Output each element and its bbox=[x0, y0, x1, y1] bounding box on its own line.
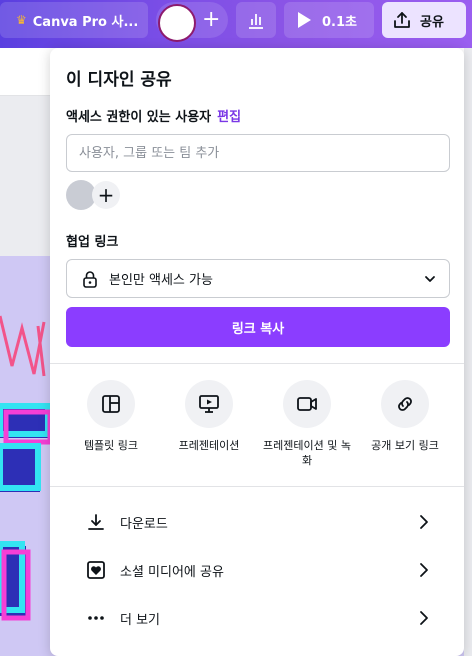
social-share-row[interactable]: 소셜 미디어에 공유 bbox=[66, 550, 450, 590]
upload-icon bbox=[394, 12, 410, 28]
more-row[interactable]: 더 보기 bbox=[66, 598, 450, 638]
chevron-down-icon bbox=[423, 272, 437, 286]
access-level-select[interactable]: 본인만 액세스 가능 bbox=[66, 259, 450, 298]
canva-pro-button[interactable]: ♛ Canva Pro 사... bbox=[0, 2, 148, 38]
download-icon bbox=[84, 510, 108, 534]
top-bar: ♛ Canva Pro 사... + 0.1초 공유 bbox=[0, 0, 472, 48]
avatar[interactable] bbox=[158, 4, 196, 42]
collab-link-label: 협업 링크 bbox=[66, 235, 119, 250]
more-label: 더 보기 bbox=[120, 612, 161, 628]
divider bbox=[50, 486, 464, 487]
divider bbox=[50, 363, 464, 364]
option-label: 템플릿 링크 bbox=[83, 439, 139, 452]
chevron-right-icon bbox=[414, 510, 434, 534]
more-icon bbox=[84, 606, 108, 630]
download-label: 다운로드 bbox=[120, 516, 168, 532]
access-section-label: 액세스 권한이 있는 사용자 편집 bbox=[66, 106, 241, 125]
share-button[interactable]: 공유 bbox=[382, 2, 466, 38]
share-panel: 이 디자인 공유 액세스 권한이 있는 사용자 편집 + 협업 링크 본인만 액세… bbox=[50, 48, 464, 656]
plus-icon: + bbox=[97, 183, 115, 207]
option-template-link[interactable]: 템플릿 링크 bbox=[63, 380, 159, 453]
chevron-right-icon bbox=[414, 558, 434, 582]
share-label: 공유 bbox=[420, 14, 444, 30]
access-level-value: 본인만 액세스 가능 bbox=[109, 273, 213, 288]
edit-link[interactable]: 편집 bbox=[217, 110, 241, 125]
link-icon bbox=[381, 380, 429, 428]
crown-icon: ♛ bbox=[16, 13, 27, 27]
lock-icon bbox=[81, 270, 99, 288]
option-presentation[interactable]: 프레젠테이션 bbox=[161, 380, 257, 453]
people-search-input[interactable] bbox=[66, 134, 450, 172]
presentation-icon bbox=[185, 380, 233, 428]
heart-icon bbox=[84, 558, 108, 582]
present-button[interactable]: 0.1초 bbox=[284, 2, 374, 38]
present-duration: 0.1초 bbox=[322, 14, 357, 30]
download-row[interactable]: 다운로드 bbox=[66, 502, 450, 542]
access-label-text: 액세스 권한이 있는 사용자 bbox=[66, 110, 212, 125]
social-share-label: 소셜 미디어에 공유 bbox=[120, 564, 224, 580]
panel-title: 이 디자인 공유 bbox=[66, 70, 172, 90]
option-presentation-recording[interactable]: 프레젠테이션 및 녹화 bbox=[259, 380, 355, 468]
play-icon bbox=[298, 12, 311, 28]
copy-link-button[interactable]: 링크 복사 bbox=[66, 307, 450, 347]
add-person-button[interactable]: + bbox=[92, 181, 120, 209]
scroll-edge bbox=[464, 48, 472, 656]
option-label: 프레젠테이션 및 녹화 bbox=[263, 439, 351, 467]
add-collaborator-icon[interactable]: + bbox=[202, 6, 220, 34]
video-camera-icon bbox=[283, 380, 331, 428]
template-icon bbox=[87, 380, 135, 428]
chevron-right-icon bbox=[414, 606, 434, 630]
option-public-view-link[interactable]: 공개 보기 링크 bbox=[357, 380, 453, 453]
collaborators-group[interactable]: + bbox=[156, 2, 228, 42]
canva-pro-label: Canva Pro 사... bbox=[32, 14, 139, 30]
bar-chart-icon bbox=[249, 14, 263, 29]
option-label: 공개 보기 링크 bbox=[371, 439, 439, 452]
option-label: 프레젠테이션 bbox=[178, 439, 240, 452]
insights-button[interactable] bbox=[236, 2, 276, 38]
